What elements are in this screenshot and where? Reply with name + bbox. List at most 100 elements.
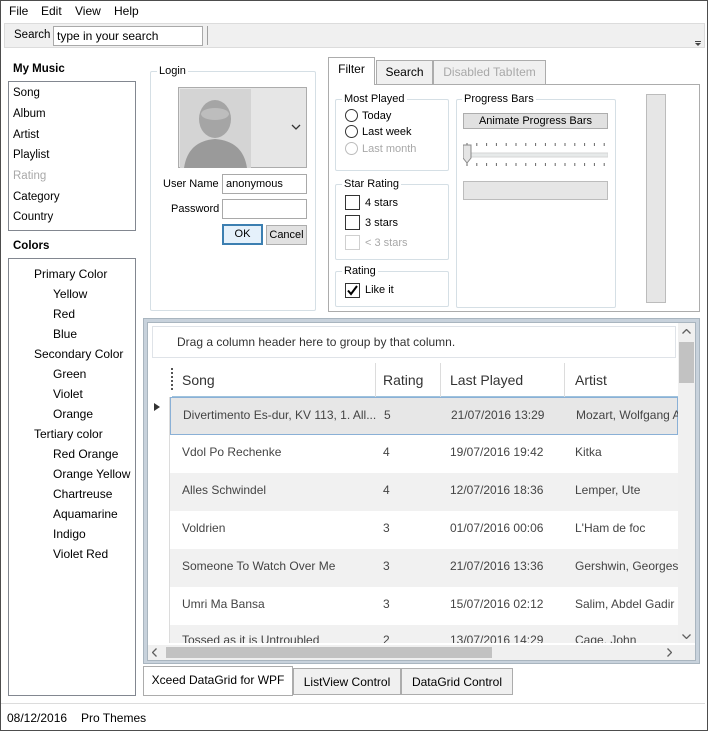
colors-title: Colors	[13, 240, 50, 252]
cancel-button[interactable]: Cancel	[266, 225, 307, 245]
toolbar-overflow-icon[interactable]	[695, 41, 701, 46]
vertical-scrollbar[interactable]	[678, 323, 695, 643]
tree-item[interactable]: Indigo	[53, 527, 86, 541]
tree-item-tertiary-color[interactable]: Tertiary color	[34, 427, 103, 441]
status-bar: 08/12/2016 Pro Themes	[1, 703, 705, 729]
cell-last-played: 12/07/2016 18:36	[450, 483, 544, 497]
tree-item[interactable]: Red Orange	[53, 447, 118, 461]
tree-item[interactable]: Yellow	[53, 287, 87, 301]
scroll-right-icon[interactable]	[667, 648, 672, 657]
tree-item[interactable]: Green	[53, 367, 86, 381]
cell-last-played: 19/07/2016 19:42	[450, 445, 544, 459]
tab-xceed-datagrid[interactable]: Xceed DataGrid for WPF	[143, 666, 293, 696]
avatar-combobox[interactable]	[178, 87, 307, 168]
cell-song: Divertimento Es-dur, KV 113, 1. All...	[183, 408, 377, 422]
checkmark-icon	[347, 285, 358, 296]
colors-tree[interactable]: Primary Color Yellow Red Blue Secondary …	[8, 258, 136, 696]
cell-rating: 4	[383, 483, 390, 497]
cell-song: Vdol Po Rechenke	[182, 445, 282, 459]
checkbox-3-stars[interactable]	[345, 215, 360, 230]
group-by-panel[interactable]: Drag a column header here to group by th…	[152, 326, 676, 358]
scroll-down-icon[interactable]	[682, 634, 691, 639]
checkbox-less-3-stars-label: < 3 stars	[365, 237, 408, 249]
table-row[interactable]: Voldrien 3 01/07/2016 00:06 L'Ham de foc	[170, 511, 678, 549]
menu-file[interactable]: File	[9, 4, 28, 18]
table-row[interactable]: Divertimento Es-dur, KV 113, 1. All... 5…	[170, 397, 679, 435]
tree-item[interactable]: Violet	[53, 387, 83, 401]
menu-edit[interactable]: Edit	[41, 4, 62, 18]
tree-item[interactable]: Orange	[53, 407, 93, 421]
ok-button[interactable]: OK	[222, 224, 263, 245]
username-field[interactable]	[222, 174, 307, 194]
radio-today[interactable]	[345, 109, 358, 122]
tree-item[interactable]: Red	[53, 307, 75, 321]
tree-item[interactable]: Blue	[53, 327, 77, 341]
table-row[interactable]: Someone To Watch Over Me 3 21/07/2016 13…	[170, 549, 678, 587]
table-row[interactable]: Umri Ma Bansa 3 15/07/2016 02:12 Salim, …	[170, 587, 678, 625]
tree-item-secondary-color[interactable]: Secondary Color	[34, 347, 123, 361]
column-header-rating[interactable]: Rating	[383, 363, 423, 397]
my-music-list[interactable]: Song Album Artist Playlist Rating Catego…	[8, 81, 136, 231]
cell-artist: Gershwin, Georges	[575, 559, 678, 573]
radio-last-week[interactable]	[345, 125, 358, 138]
table-row[interactable]: Tossed as it is Untroubled 2 13/07/2016 …	[170, 625, 678, 643]
animate-progress-button[interactable]: Animate Progress Bars	[463, 113, 608, 129]
menu-view[interactable]: View	[75, 4, 101, 18]
cell-artist: Mozart, Wolfgang A	[576, 408, 679, 422]
column-header-song[interactable]: Song	[182, 363, 215, 397]
datagrid[interactable]: Drag a column header here to group by th…	[147, 322, 696, 661]
slider[interactable]	[462, 134, 609, 174]
column-header-last-played[interactable]: Last Played	[450, 363, 523, 397]
list-item[interactable]: Playlist	[13, 149, 49, 161]
tree-item[interactable]: Aquamarine	[53, 507, 118, 521]
tab-datagrid-control[interactable]: DataGrid Control	[401, 668, 513, 695]
checkbox-like-it[interactable]	[345, 283, 360, 298]
cell-last-played: 21/07/2016 13:29	[451, 408, 545, 422]
radio-last-month-label: Last month	[362, 143, 417, 155]
header-divider	[564, 363, 565, 397]
status-theme: Pro Themes	[81, 711, 147, 725]
vertical-scroll-thumb[interactable]	[679, 342, 694, 383]
toolbar: Search	[4, 23, 705, 48]
horizontal-scrollbar[interactable]	[148, 645, 678, 660]
table-row[interactable]: Alles Schwindel 4 12/07/2016 18:36 Lempe…	[170, 473, 678, 511]
scroll-up-icon[interactable]	[682, 329, 691, 334]
chevron-down-icon	[291, 124, 301, 130]
column-header-artist[interactable]: Artist	[575, 363, 607, 397]
vertical-progress-bar	[646, 94, 666, 303]
list-item[interactable]: Country	[13, 211, 53, 223]
horizontal-scroll-thumb[interactable]	[166, 647, 492, 658]
scroll-left-icon[interactable]	[152, 648, 157, 657]
menu-help[interactable]: Help	[114, 4, 139, 18]
progress-bars-title: Progress Bars	[462, 93, 536, 105]
cell-last-played: 13/07/2016 14:29	[450, 633, 544, 643]
table-row[interactable]: Vdol Po Rechenke 4 19/07/2016 19:42 Kitk…	[170, 435, 678, 473]
tree-item[interactable]: Orange Yellow	[53, 467, 130, 481]
tree-item[interactable]: Violet Red	[53, 547, 108, 561]
progress-bar	[463, 181, 608, 200]
list-item[interactable]: Category	[13, 191, 60, 203]
search-input[interactable]	[53, 26, 203, 46]
most-played-title: Most Played	[342, 93, 407, 105]
list-item[interactable]: Album	[13, 108, 46, 120]
checkbox-4-stars[interactable]	[345, 195, 360, 210]
status-date: 08/12/2016	[7, 711, 68, 725]
tab-listview-control[interactable]: ListView Control	[293, 668, 401, 695]
avatar-icon	[180, 89, 251, 168]
tab-filter[interactable]: Filter	[328, 57, 375, 85]
tab-search[interactable]: Search	[376, 60, 433, 84]
list-item[interactable]: Song	[13, 87, 40, 99]
tree-item[interactable]: Chartreuse	[53, 487, 112, 501]
star-rating-title: Star Rating	[342, 178, 402, 190]
password-field[interactable]	[222, 199, 307, 219]
radio-last-month	[345, 142, 358, 155]
login-title: Login	[157, 65, 188, 77]
toolbar-separator	[207, 26, 208, 45]
tree-item-primary-color[interactable]: Primary Color	[34, 267, 107, 281]
cell-artist: Salim, Abdel Gadir	[575, 597, 675, 611]
slider-thumb[interactable]	[462, 144, 472, 164]
checkbox-less-3-stars	[345, 235, 360, 250]
row-selector-column	[148, 397, 170, 643]
list-item[interactable]: Artist	[13, 129, 39, 141]
search-label: Search	[14, 29, 51, 41]
